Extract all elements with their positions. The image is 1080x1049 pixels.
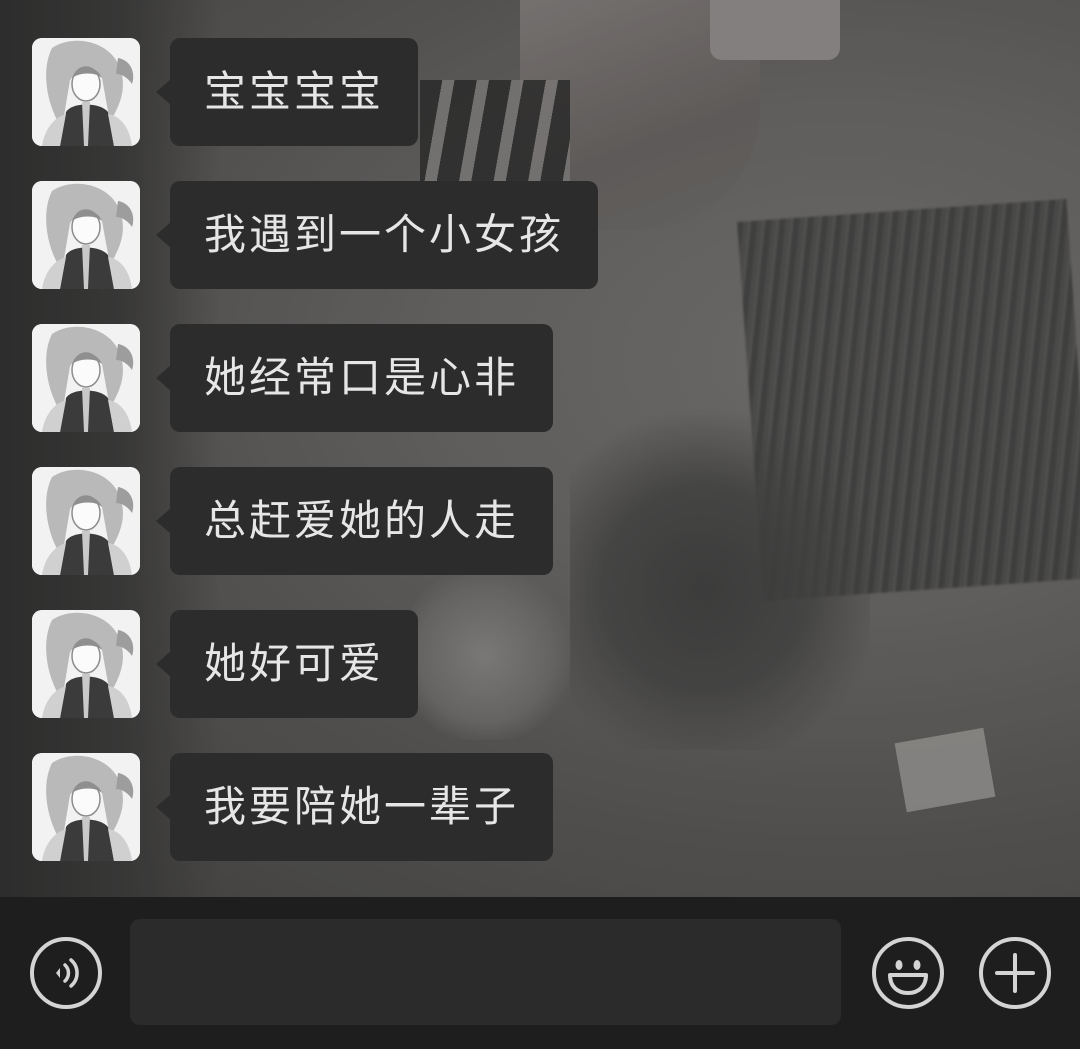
emoji-icon <box>888 960 928 995</box>
avatar-image <box>32 610 140 718</box>
avatar[interactable] <box>32 181 140 289</box>
message-row: 宝宝宝宝 <box>32 38 419 146</box>
avatar[interactable] <box>32 467 140 575</box>
message-bubble[interactable]: 宝宝宝宝 <box>155 38 419 146</box>
avatar[interactable] <box>32 324 140 432</box>
input-bar <box>0 897 1080 1049</box>
message-bubble[interactable]: 她经常口是心非 <box>155 324 554 432</box>
message-text: 她好可爱 <box>204 639 385 688</box>
message-bubble[interactable]: 总赶爱她的人走 <box>155 467 554 575</box>
message-row: 总赶爱她的人走 <box>32 467 554 575</box>
message-text: 我遇到一个小女孩 <box>204 210 565 259</box>
avatar-image <box>32 753 140 861</box>
message-row: 我遇到一个小女孩 <box>32 181 599 289</box>
avatar-image <box>32 324 140 432</box>
emoji-button[interactable] <box>872 937 944 1009</box>
message-text: 她经常口是心非 <box>204 353 520 402</box>
avatar-image <box>32 181 140 289</box>
message-input[interactable] <box>130 919 841 1025</box>
message-row: 她经常口是心非 <box>32 324 554 432</box>
plus-icon <box>995 953 1035 993</box>
message-text: 总赶爱她的人走 <box>204 496 520 545</box>
message-text: 我要陪她一辈子 <box>204 782 520 831</box>
message-row: 我要陪她一辈子 <box>32 753 554 861</box>
message-bubble[interactable]: 我遇到一个小女孩 <box>155 181 599 289</box>
message-bubble[interactable]: 她好可爱 <box>155 610 419 718</box>
avatar-image <box>32 38 140 146</box>
add-button[interactable] <box>979 937 1051 1009</box>
message-text: 宝宝宝宝 <box>204 67 385 116</box>
voice-button[interactable] <box>30 937 102 1009</box>
message-row: 她好可爱 <box>32 610 419 718</box>
avatar-image <box>32 467 140 575</box>
message-bubble[interactable]: 我要陪她一辈子 <box>155 753 554 861</box>
voice-icon <box>56 958 79 988</box>
avatar[interactable] <box>32 753 140 861</box>
avatar[interactable] <box>32 610 140 718</box>
avatar[interactable] <box>32 38 140 146</box>
